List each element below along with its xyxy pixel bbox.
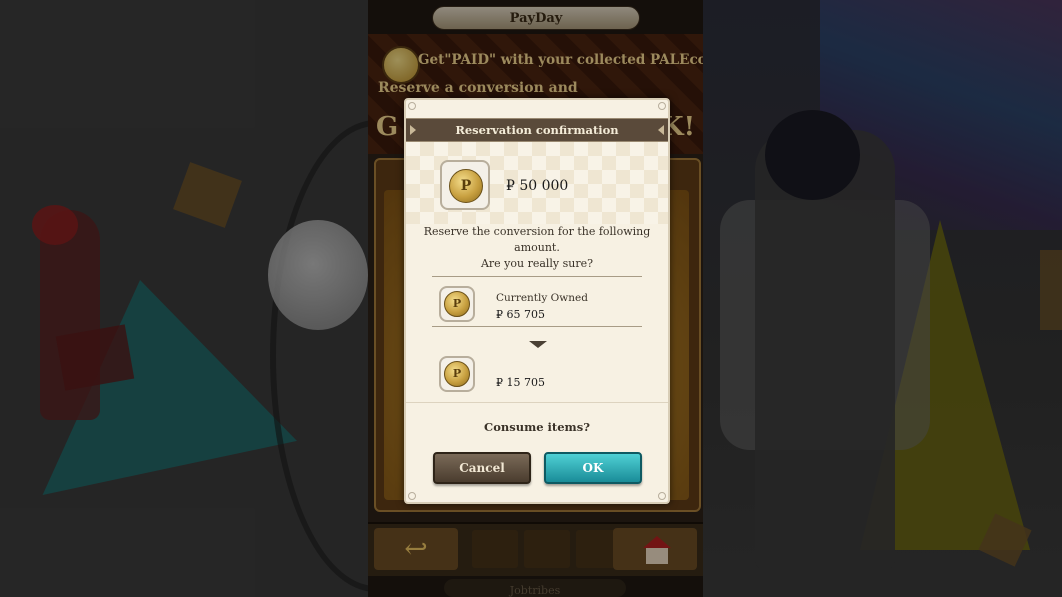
palecoin-icon: P: [444, 291, 470, 317]
message-line: amount.: [514, 241, 560, 254]
header-left-arrow-icon: [410, 125, 416, 135]
ok-button[interactable]: OK: [544, 452, 642, 484]
coin-frame: P: [439, 356, 475, 392]
corner-ornament: [408, 102, 416, 110]
dialog-title: Reservation confirmation: [455, 123, 619, 137]
coin-letter: P: [452, 367, 462, 380]
currently-owned-value: ₽ 65 705: [496, 308, 545, 321]
palecoin-icon: P: [449, 169, 483, 203]
coin-frame: P: [439, 286, 475, 322]
currently-owned-label: Currently Owned: [496, 292, 588, 304]
reservation-dialog: Reservation confirmation P ₽ 50 000 Rese…: [404, 98, 670, 504]
coin-letter: P: [460, 178, 472, 194]
corner-ornament: [658, 102, 666, 110]
chevron-down-icon: [529, 341, 547, 348]
divider: [406, 402, 668, 403]
coin-letter: P: [452, 297, 462, 310]
message-line: Are you really sure?: [480, 257, 594, 270]
corner-ornament: [658, 492, 666, 500]
palecoin-icon: P: [444, 361, 470, 387]
divider: [432, 276, 642, 277]
dialog-header: Reservation confirmation: [406, 118, 668, 142]
header-right-arrow-icon: [658, 125, 664, 135]
corner-ornament: [408, 492, 416, 500]
cancel-button[interactable]: Cancel: [433, 452, 531, 484]
confirmation-message: Reserve the conversion for the following…: [406, 224, 668, 272]
coin-frame: P: [440, 160, 490, 210]
message-line: Reserve the conversion for the following: [423, 225, 651, 238]
divider: [432, 326, 642, 327]
consume-prompt: Consume items?: [484, 420, 590, 434]
after-conversion-value: ₽ 15 705: [496, 376, 545, 389]
reserve-amount: ₽ 50 000: [506, 178, 569, 194]
